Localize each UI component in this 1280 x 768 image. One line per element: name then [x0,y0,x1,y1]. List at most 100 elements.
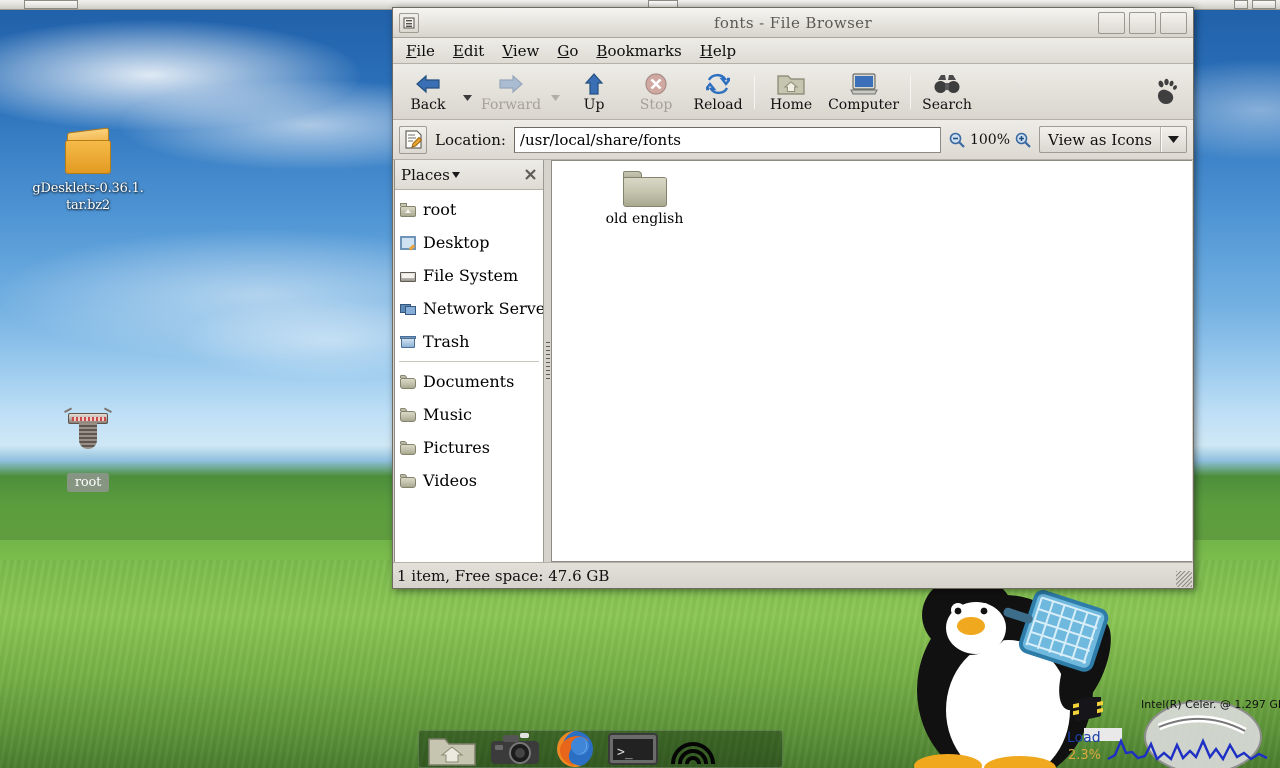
file-browser-window[interactable]: fonts - File Browser File Edit View Go B… [392,7,1194,589]
places-sidebar[interactable]: Places root Desktop File System Network … [394,160,544,562]
sidebar-item-documents[interactable]: Documents [395,365,543,398]
stop-button[interactable]: Stop [625,66,687,118]
sidebar-item-root[interactable]: root [395,193,543,226]
disk-icon [400,269,416,283]
desktop-icon-label: gDesklets-0.36.1. tar.bz2 [18,180,158,214]
window-menu-icon [403,17,415,28]
sidebar-item-pictures[interactable]: Pictures [395,431,543,464]
caret-down-icon[interactable] [451,171,460,178]
panel-button-right-a[interactable] [1234,0,1248,9]
dock-item-network[interactable] [669,732,717,766]
statusbar: 1 item, Free space: 47.6 GB [393,562,1193,588]
home-folder-icon [777,70,805,96]
sidebar-item-file-system[interactable]: File System [395,259,543,292]
window-controls[interactable] [1098,11,1187,34]
menu-file[interactable]: File [398,41,443,61]
up-label: Up [583,97,605,113]
home-folder-icon [400,202,416,217]
forward-button[interactable]: Forward [475,66,547,118]
back-dropdown-arrow[interactable] [459,66,475,118]
zoom-out-button[interactable] [949,132,965,148]
zoom-in-button[interactable] [1015,132,1031,148]
dock-item-firefox[interactable] [553,729,597,768]
desktop-icon-label-line2: tar.bz2 [66,198,110,213]
up-button[interactable]: Up [563,66,625,118]
window-menu-button[interactable] [399,12,419,33]
gnome-foot-logo[interactable] [1153,78,1189,106]
resize-grip[interactable] [1176,571,1192,587]
view-as-arrow[interactable] [1160,127,1186,152]
home-button[interactable]: Home [760,66,822,118]
zoom-controls[interactable]: 100% [949,132,1031,148]
arrow-right-icon [498,70,524,96]
location-bar[interactable]: Location: /usr/local/share/fonts 100% Vi… [393,120,1193,160]
sidebar-item-label: Network Serve [423,299,543,318]
panel-button-right-b[interactable] [1252,0,1276,9]
places-separator [399,361,539,362]
sidebar-splitter[interactable] [544,160,551,562]
toolbar-separator [754,74,756,109]
arrow-left-icon [415,70,441,96]
cpu-load-value: 2.3% [1068,748,1102,763]
forward-dropdown-arrow[interactable] [547,66,563,118]
gnome-foot-icon [1157,78,1177,104]
close-button[interactable] [1160,11,1187,34]
sidebar-item-videos[interactable]: Videos [395,464,543,497]
sidebar-item-desktop[interactable]: Desktop [395,226,543,259]
toolbar-separator [910,74,912,109]
search-label: Search [922,97,972,113]
menu-help-rest: elp [712,41,737,60]
chevron-down-icon [462,94,472,101]
menu-help-mnemonic: H [699,41,713,60]
menu-go[interactable]: Go [549,41,586,61]
menu-help[interactable]: Help [692,41,744,61]
sidebar-item-label: Trash [423,332,470,351]
menu-view-mnemonic: V [502,41,513,60]
location-input[interactable]: /usr/local/share/fonts [513,126,941,153]
sidebar-item-network-servers[interactable]: Network Serve [395,292,543,325]
view-as-select[interactable]: View as Icons [1039,126,1187,153]
sidebar-item-trash[interactable]: Trash [395,325,543,358]
location-toggle-button[interactable] [399,125,427,154]
menu-file-mnemonic: F [406,41,417,60]
desktop-icon-root-home[interactable]: root [18,405,158,492]
menu-bookmarks-rest: ookmarks [607,41,682,60]
window-titlebar[interactable]: fonts - File Browser [393,8,1193,38]
reload-label: Reload [693,97,743,113]
folder-icon [400,374,416,389]
file-item-old-english[interactable]: old english [592,171,697,227]
search-button[interactable]: Search [916,66,978,118]
menu-bookmarks[interactable]: Bookmarks [588,41,689,61]
chevron-down-icon [1168,136,1179,143]
menubar[interactable]: File Edit View Go Bookmarks Help [393,38,1193,64]
cpu-desklet[interactable]: Intel(R) Celer. @ 1.297 GHz Load 2.3% [1063,697,1280,768]
close-icon[interactable] [524,168,537,181]
places-header[interactable]: Places [395,160,543,190]
view-as-label: View as Icons [1048,130,1152,149]
sidebar-item-label: Videos [423,471,477,490]
reload-button[interactable]: Reload [687,66,749,118]
maximize-button[interactable] [1129,11,1156,34]
minimize-button[interactable] [1098,11,1125,34]
sidebar-item-label: Pictures [423,438,490,457]
back-button[interactable]: Back [397,66,459,118]
splitter-grip [545,342,550,380]
sidebar-item-music[interactable]: Music [395,398,543,431]
zoom-out-icon [949,132,965,148]
dock-item-camera[interactable] [487,731,543,767]
dock-item-file-manager[interactable] [427,731,477,767]
sidebar-item-label: Documents [423,372,515,391]
places-list[interactable]: root Desktop File System Network Serve T… [395,190,543,562]
menu-view[interactable]: View [494,41,547,61]
desktop-icon-gdesklets-archive[interactable]: gDesklets-0.36.1. tar.bz2 [18,127,158,214]
file-list-view[interactable]: old english [551,160,1192,562]
folder-icon [400,440,416,455]
panel-button-left[interactable] [24,0,78,9]
toolbar[interactable]: Back Forward Up Stop Reload Home Compute… [393,64,1193,120]
cpu-model-label: Intel(R) Celer. @ 1.297 GHz [1141,698,1280,711]
menu-edit[interactable]: Edit [445,41,492,61]
computer-button[interactable]: Computer [822,66,905,118]
dock[interactable]: >_ [418,730,783,768]
binoculars-icon [933,70,961,96]
dock-item-terminal[interactable]: >_ [607,732,659,766]
